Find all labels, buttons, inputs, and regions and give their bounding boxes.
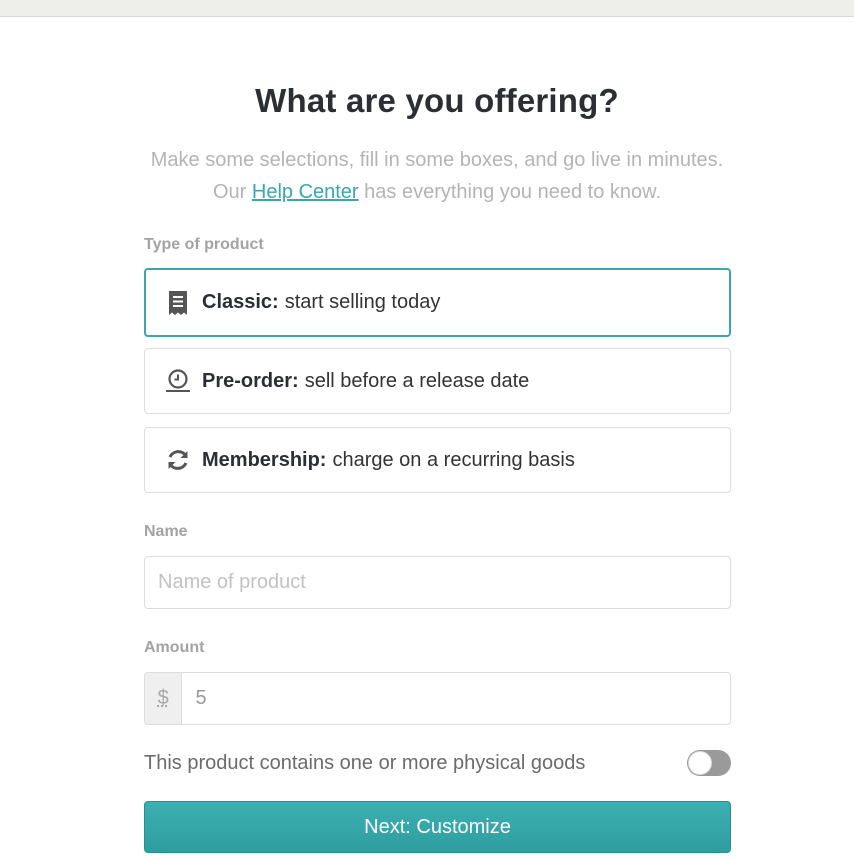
next-customize-button[interactable]: Next: Customize — [144, 801, 731, 853]
option-description: sell before a release date — [304, 369, 530, 392]
name-field-wrapper — [144, 556, 731, 609]
help-center-link[interactable]: Help Center — [252, 181, 359, 203]
clock-icon — [165, 368, 191, 394]
receipt-icon — [165, 290, 191, 316]
physical-goods-label: This product contains one or more physic… — [144, 752, 586, 774]
browser-top-bar — [0, 0, 854, 17]
page-subtitle: Make some selections, fill in some boxes… — [144, 144, 730, 208]
toggle-knob — [688, 751, 712, 775]
option-description: start selling today — [284, 291, 441, 313]
refresh-icon — [165, 447, 191, 473]
name-label: Name — [144, 523, 188, 540]
currency-symbol: $ — [145, 673, 183, 724]
option-classic[interactable]: Classic: start selling today — [144, 268, 731, 337]
name-input[interactable] — [145, 571, 730, 594]
amount-field-wrapper: $ — [144, 672, 731, 725]
option-name: Classic: — [202, 291, 279, 313]
amount-input[interactable] — [182, 687, 730, 710]
option-name: Pre-order: — [202, 369, 299, 392]
option-membership[interactable]: Membership: charge on a recurring basis — [144, 427, 731, 493]
product-type-label: Type of product — [144, 236, 264, 253]
option-preorder[interactable]: Pre-order: sell before a release date — [144, 348, 731, 414]
amount-label: Amount — [144, 639, 205, 656]
physical-goods-toggle[interactable] — [687, 750, 731, 776]
subtitle-text-end: has everything you need to know. — [358, 181, 662, 203]
page-title: What are you offering? — [255, 82, 619, 119]
option-description: charge on a recurring basis — [332, 448, 575, 471]
option-name: Membership: — [202, 448, 327, 471]
